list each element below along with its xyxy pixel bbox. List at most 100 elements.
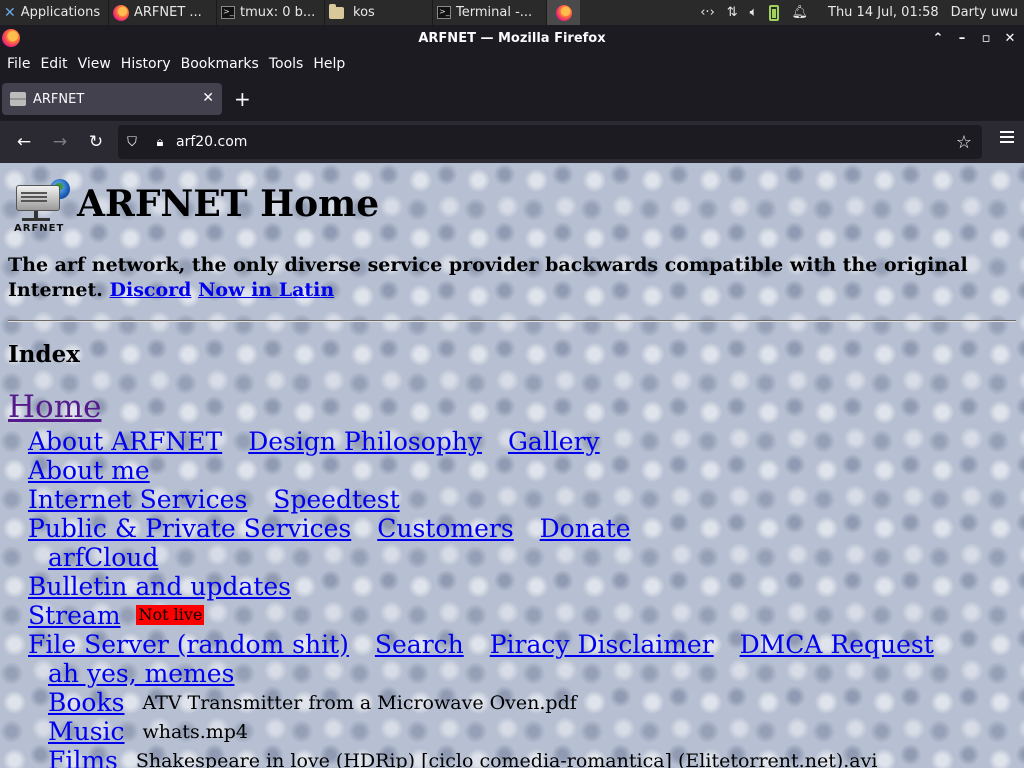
window-close-icon[interactable]: ✕ [1000, 28, 1020, 48]
memes-link[interactable]: ah yes, memes [48, 659, 234, 688]
menu-file[interactable]: File [3, 56, 34, 72]
server-icon [16, 185, 60, 211]
close-tab-icon[interactable]: ✕ [202, 90, 214, 106]
dmca-request-link[interactable]: DMCA Request [740, 630, 934, 659]
internet-services-link[interactable]: Internet Services [28, 485, 247, 514]
bulletin-link[interactable]: Bulletin and updates [28, 572, 291, 601]
search-link[interactable]: Search [375, 630, 464, 659]
menu-bookmarks[interactable]: Bookmarks [177, 56, 263, 72]
window-titlebar[interactable]: ARFNET — Mozilla Firefox ⌃ – ▫ ✕ [0, 25, 1024, 51]
battery-icon[interactable] [763, 0, 785, 25]
menu-bar: File Edit View History Bookmarks Tools H… [0, 51, 1024, 77]
window-title: ARFNET — Mozilla Firefox [418, 30, 606, 46]
books-link[interactable]: Books [48, 688, 124, 717]
logo-text: ARFNET [14, 223, 65, 234]
nav-row: Public & Private Services Customers Dona… [28, 514, 631, 543]
taskbar-item-label: ARFNET ... [134, 5, 202, 20]
index-heading: Index [8, 341, 80, 368]
menu-help[interactable]: Help [309, 56, 349, 72]
notification-bell-icon[interactable]: 🔔︎ [785, 0, 814, 25]
taskbar-item-terminal[interactable]: >_ Terminal -... [432, 0, 546, 25]
taskbar-item-firefox-launcher[interactable] [546, 0, 580, 25]
network-code-icon[interactable]: ‹·› [694, 0, 721, 25]
nav-row: Films Shakespeare in love (HDRip) [ciclo… [48, 746, 877, 768]
navigation-toolbar: ← → ↻ ⛉ 🔒︎ arf20.com ☆ [0, 121, 1024, 163]
window-restore-icon[interactable]: ▫ [976, 28, 996, 48]
taskbar-item-label: kos [353, 5, 375, 20]
gallery-link[interactable]: Gallery [508, 427, 600, 456]
window-maximize-up-icon[interactable]: ⌃ [928, 28, 948, 48]
bookmark-star-icon[interactable]: ☆ [956, 132, 972, 153]
page-content: ARFNET ARFNET Home The arf network, the … [0, 163, 1024, 768]
system-tray: ‹·› ⇅ 🔈︎ 🔔︎ Thu 14 Jul, 01:58 Darty uwu [694, 0, 1024, 25]
menu-edit[interactable]: Edit [36, 56, 71, 72]
piracy-disclaimer-link[interactable]: Piracy Disclaimer [490, 630, 714, 659]
nav-row: Internet Services Speedtest [28, 485, 400, 514]
volume-icon[interactable]: 🔈︎ [744, 0, 764, 25]
public-private-services-link[interactable]: Public & Private Services [28, 514, 351, 543]
divider [8, 320, 1016, 322]
taskbar-item-tmux[interactable]: >_ tmux: 0 b... [216, 0, 324, 25]
nav-row: File Server (random shit) Search Piracy … [28, 630, 934, 659]
featured-file-text: whats.mp4 [142, 721, 249, 743]
about-arfnet-link[interactable]: About ARFNET [28, 427, 222, 456]
firefox-icon [113, 4, 129, 21]
panel-user[interactable]: Darty uwu [945, 0, 1024, 25]
taskbar-item-kos[interactable]: kos [324, 0, 432, 25]
app-menu-icon[interactable] [1000, 131, 1014, 143]
nav-row: Music whats.mp4 [48, 717, 248, 747]
tab-arfnet[interactable]: ARFNET ✕ [2, 83, 222, 115]
donate-link[interactable]: Donate [540, 514, 631, 543]
page-title: ARFNET Home [77, 183, 380, 225]
arfnet-favicon-icon [10, 92, 26, 106]
arfnet-logo: ARFNET [12, 171, 74, 234]
url-text[interactable]: arf20.com [176, 134, 247, 150]
panel-clock[interactable]: Thu 14 Jul, 01:58 [814, 0, 945, 25]
terminal-icon: >_ [221, 6, 235, 19]
featured-file-text: ATV Transmitter from a Microwave Oven.pd… [142, 692, 577, 714]
nav-row: About ARFNET Design Philosophy Gallery [28, 427, 600, 456]
nav-row: arfCloud [48, 543, 158, 572]
films-link[interactable]: Films [48, 746, 118, 768]
nav-row: Books ATV Transmitter from a Microwave O… [48, 688, 577, 718]
firefox-icon [555, 4, 572, 21]
applications-menu-label: Applications [20, 5, 101, 20]
discord-link[interactable]: Discord [110, 279, 192, 301]
about-me-link[interactable]: About me [28, 456, 150, 485]
lock-icon[interactable]: 🔒︎ [146, 135, 174, 150]
terminal-icon: >_ [437, 6, 451, 19]
menu-view[interactable]: View [74, 56, 115, 72]
stream-link[interactable]: Stream [28, 601, 121, 630]
taskbar-item-firefox[interactable]: ARFNET ... [108, 0, 216, 25]
tagline: The arf network, the only diverse servic… [8, 253, 1008, 303]
stream-status-badge: Not live [136, 605, 205, 625]
desktop-panel: ✕ Applications ARFNET ... >_ tmux: 0 b..… [0, 0, 1024, 25]
menu-tools[interactable]: Tools [265, 56, 308, 72]
back-icon[interactable]: ← [6, 126, 42, 158]
taskbar-item-label: Terminal -... [456, 5, 533, 20]
design-philosophy-link[interactable]: Design Philosophy [248, 427, 482, 456]
forward-icon[interactable]: → [42, 126, 78, 158]
latin-link[interactable]: Now in Latin [198, 279, 334, 301]
network-transfer-icon[interactable]: ⇅ [721, 0, 744, 25]
window-minimize-icon[interactable]: – [952, 28, 972, 48]
new-tab-icon[interactable]: + [234, 89, 251, 109]
tab-strip: ARFNET ✕ + [0, 77, 1024, 121]
customers-link[interactable]: Customers [377, 514, 513, 543]
music-link[interactable]: Music [48, 717, 125, 746]
xfce-logo-icon: ✕ [4, 4, 16, 21]
file-server-link[interactable]: File Server (random shit) [28, 630, 349, 659]
home-link[interactable]: Home [8, 389, 101, 425]
menu-history[interactable]: History [117, 56, 175, 72]
nav-row: About me [28, 456, 150, 485]
applications-menu-button[interactable]: ✕ Applications [0, 0, 108, 25]
arfcloud-link[interactable]: arfCloud [48, 543, 158, 572]
tab-label: ARFNET [33, 91, 85, 107]
reload-icon[interactable]: ↻ [78, 126, 114, 158]
speedtest-link[interactable]: Speedtest [273, 485, 399, 514]
tracking-protection-shield-icon[interactable]: ⛉ [118, 135, 146, 150]
nav-row: Bulletin and updates [28, 572, 291, 601]
url-bar[interactable]: ⛉ 🔒︎ arf20.com ☆ [118, 125, 982, 159]
nav-row: ah yes, memes [48, 659, 234, 688]
featured-file-text: Shakespeare in love (HDRip) [ciclo comed… [135, 750, 878, 768]
